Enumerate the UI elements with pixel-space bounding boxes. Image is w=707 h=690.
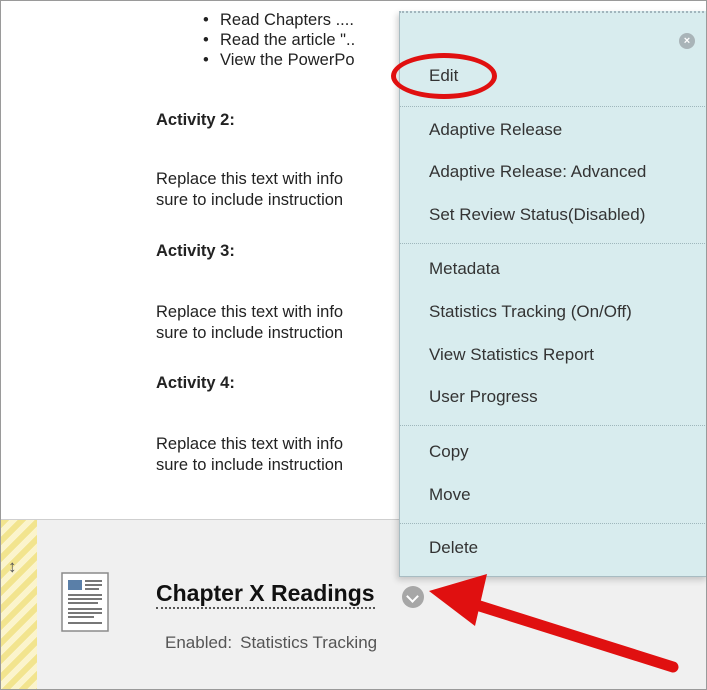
menu-item-delete[interactable]: Delete [429,538,478,558]
menu-item-view-statistics-report[interactable]: View Statistics Report [429,345,594,365]
chevron-down-icon[interactable] [402,586,424,608]
menu-item-statistics-tracking[interactable]: Statistics Tracking (On/Off) [429,302,632,322]
menu-separator [400,523,706,524]
document-icon [61,572,109,632]
menu-item-user-progress[interactable]: User Progress [429,387,538,407]
menu-item-adaptive-release[interactable]: Adaptive Release [429,120,562,140]
menu-item-copy[interactable]: Copy [429,442,469,462]
menu-separator [400,243,706,244]
menu-separator [400,425,706,426]
menu-item-edit[interactable]: Edit [429,66,458,86]
drag-handle-icon[interactable]: ↕ [8,557,17,577]
activity-heading: Activity 3: [156,242,235,260]
close-icon[interactable]: × [679,33,695,49]
list-item: View the PowerPo [201,50,355,70]
item-status: Enabled: Statistics Tracking [165,633,377,653]
menu-item-adaptive-release-advanced[interactable]: Adaptive Release: Advanced [429,162,646,182]
status-value: Statistics Tracking [240,633,378,652]
menu-separator [400,106,706,107]
activity-heading: Activity 2: [156,111,235,129]
activity-body: Replace this text with info sure to incl… [156,435,344,474]
page-frame: Read Chapters .... Read the article ".. … [0,0,707,690]
context-menu: × Edit Adaptive Release Adaptive Release… [399,11,706,577]
list-item: Read the article ".. [201,30,355,50]
menu-item-move[interactable]: Move [429,485,471,505]
menu-item-metadata[interactable]: Metadata [429,259,500,279]
menu-item-set-review-status[interactable]: Set Review Status(Disabled) [429,205,645,225]
activity-body: Replace this text with info sure to incl… [156,303,344,342]
reading-list: Read Chapters .... Read the article ".. … [201,10,355,70]
drag-strip[interactable]: ↕ [1,520,37,689]
item-title-link[interactable]: Chapter X Readings [156,579,375,609]
status-label: Enabled: [165,633,233,652]
list-item: Read Chapters .... [201,10,355,30]
activity-body: Replace this text with info sure to incl… [156,170,344,209]
activity-heading: Activity 4: [156,374,235,392]
